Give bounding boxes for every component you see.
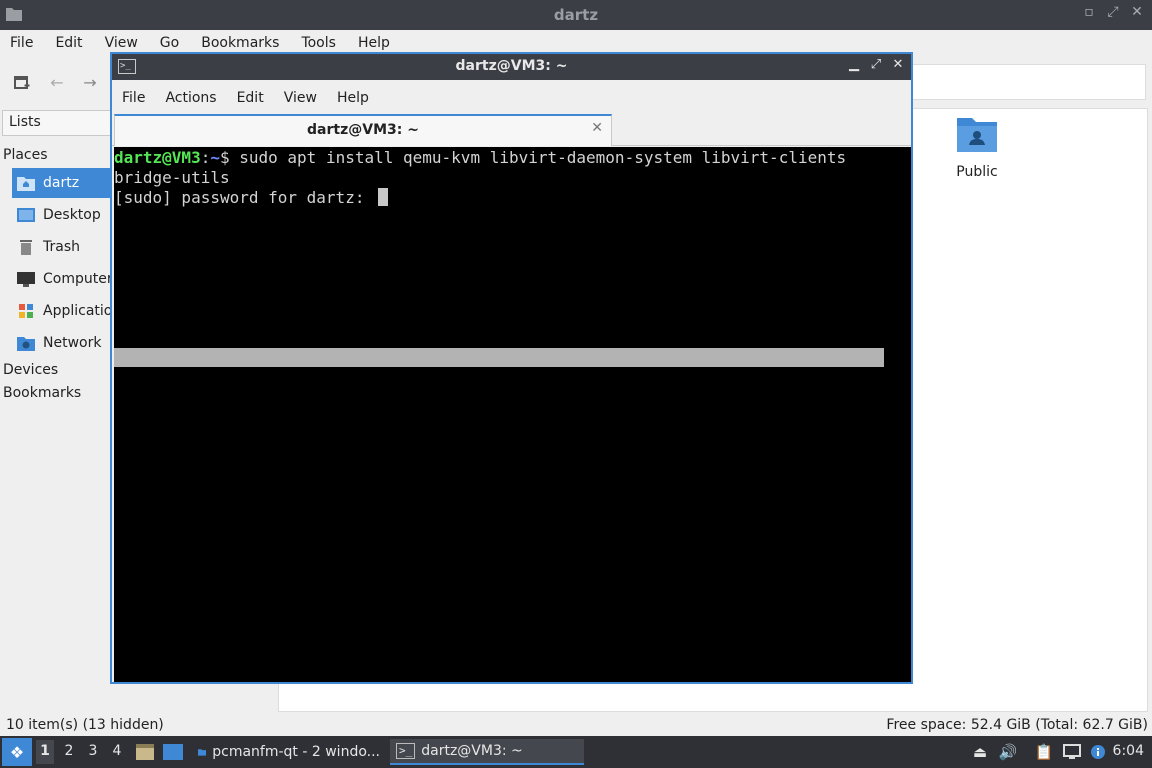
task-label: pcmanfm-qt - 2 windo... [212,744,380,760]
clock[interactable]: 6:04 [1113,743,1144,759]
minimize-icon[interactable]: ▫ [1082,4,1096,20]
menu-help[interactable]: Help [358,35,390,51]
terminal-line: bridge-utils [114,168,846,188]
status-item-count: 10 item(s) (13 hidden) [6,717,164,733]
menu-view[interactable]: View [105,35,138,51]
show-desktop-icon[interactable] [134,741,156,763]
task-label: dartz@VM3: ~ [421,743,523,759]
lxqt-logo-icon: ❖ [9,742,25,762]
command-text: sudo apt install qemu-kvm libvirt-daemon… [239,148,847,167]
forward-button[interactable]: → [78,70,102,94]
home-folder-icon [17,177,35,191]
selection-highlight [114,348,884,367]
workspace-4[interactable]: 4 [108,743,126,759]
terminal-menubar: File Actions Edit View Help [112,84,369,112]
notification-icon[interactable] [1088,742,1108,762]
menu-tools[interactable]: Tools [301,35,336,51]
tab-close-icon[interactable]: ✕ [591,120,603,136]
close-icon[interactable]: ✕ [1130,4,1144,20]
terminal-line: dartz@VM3:~$ sudo apt install qemu-kvm l… [114,148,846,168]
public-folder-icon [957,118,997,152]
prompt-path: ~ [210,148,220,167]
sidebar: Lists Places dartz Desktop Trash Compute… [0,108,122,712]
file-item-label: Public [956,164,998,180]
file-manager-titlebar[interactable]: dartz ▫ ⤢ ✕ [0,0,1152,30]
window-title: dartz [553,6,599,24]
clipboard-icon[interactable]: 📋 [1034,742,1054,762]
sidebar-item-label: dartz [43,175,80,191]
taskbar: ❖ 1 2 3 4 pcmanfm-qt - 2 windo... >_ dar… [0,736,1152,768]
devices-heading[interactable]: Devices [3,362,58,378]
arrow-left-icon: ← [50,72,64,92]
terminal-titlebar[interactable]: >_ dartz@VM3: ~ ▁ ⤢ ✕ [112,54,911,80]
desktop-icon [17,208,35,222]
sidebar-item-trash[interactable]: Trash [12,232,122,262]
menu-view[interactable]: View [284,90,317,106]
menu-file[interactable]: File [122,90,145,106]
text-cursor [378,188,389,206]
start-menu-button[interactable]: ❖ [2,738,32,766]
desktop-switch-icon[interactable] [162,741,184,763]
back-button[interactable]: ← [45,70,69,94]
sidebar-item-network[interactable]: Network [12,328,122,358]
task-file-manager[interactable]: pcmanfm-qt - 2 windo... [192,739,386,765]
sidebar-item-dartz[interactable]: dartz [12,168,122,198]
task-terminal[interactable]: >_ dartz@VM3: ~ [390,739,584,765]
prompt-symbol: $ [219,148,240,167]
terminal-tab[interactable]: dartz@VM3: ~ ✕ [114,114,612,146]
sidebar-item-label: Trash [43,239,80,255]
computer-icon [17,272,35,287]
workspace-3[interactable]: 3 [84,743,102,759]
maximize-icon[interactable]: ⤢ [869,57,883,72]
sidebar-item-label: Network [43,335,102,351]
new-tab-button[interactable] [10,70,34,94]
menu-edit[interactable]: Edit [55,35,82,51]
eject-icon[interactable]: ⏏ [970,742,990,762]
menu-bookmarks[interactable]: Bookmarks [201,35,279,51]
bookmarks-heading[interactable]: Bookmarks [3,385,81,401]
password-prompt: [sudo] password for dartz: [114,188,375,207]
minimize-icon[interactable]: ▁ [847,57,861,72]
network-icon [17,337,35,351]
arrow-right-icon: → [83,72,97,92]
terminal-screen[interactable]: dartz@VM3:~$ sudo apt install qemu-kvm l… [114,147,911,682]
menu-actions[interactable]: Actions [165,90,216,106]
terminal-window: >_ dartz@VM3: ~ ▁ ⤢ ✕ File Actions Edit … [110,52,913,684]
workspace-1[interactable]: 1 [36,740,54,764]
command-text-continued: bridge-utils [114,168,230,187]
sidebar-item-label: Desktop [43,207,101,223]
sidebar-view-selector[interactable]: Lists [2,110,122,136]
prompt-user: dartz@VM3 [114,148,201,167]
path-bar[interactable] [910,64,1146,100]
folder-icon [198,749,207,756]
terminal-line: [sudo] password for dartz: [114,188,846,208]
menu-help[interactable]: Help [337,90,369,106]
window-title: dartz@VM3: ~ [455,58,568,74]
menu-go[interactable]: Go [160,35,179,51]
tab-label: dartz@VM3: ~ [307,122,419,138]
terminal-tabbar: dartz@VM3: ~ ✕ [112,112,911,146]
maximize-icon[interactable]: ⤢ [1106,4,1120,20]
sidebar-item-desktop[interactable]: Desktop [12,200,122,230]
sidebar-item-computer[interactable]: Computer [12,264,122,294]
menu-file[interactable]: File [10,35,33,51]
sidebar-item-label: Computer [43,271,113,287]
trash-icon [20,240,32,255]
places-heading[interactable]: Places [3,147,48,163]
menu-edit[interactable]: Edit [237,90,264,106]
file-item-public[interactable]: Public [950,116,1004,180]
applications-icon [19,304,33,318]
volume-icon[interactable]: 🔊 [998,742,1018,762]
status-free-space: Free space: 52.4 GiB (Total: 62.7 GiB) [886,717,1148,733]
new-window-icon [14,76,30,89]
close-icon[interactable]: ✕ [891,57,905,72]
terminal-icon: >_ [396,743,416,759]
network-monitor-icon [1063,744,1081,759]
prompt-separator: : [200,148,211,167]
sidebar-item-applications[interactable]: Applications [12,296,122,326]
info-badge-icon [1091,745,1105,759]
network-status-icon[interactable] [1062,742,1082,762]
workspace-2[interactable]: 2 [60,743,78,759]
